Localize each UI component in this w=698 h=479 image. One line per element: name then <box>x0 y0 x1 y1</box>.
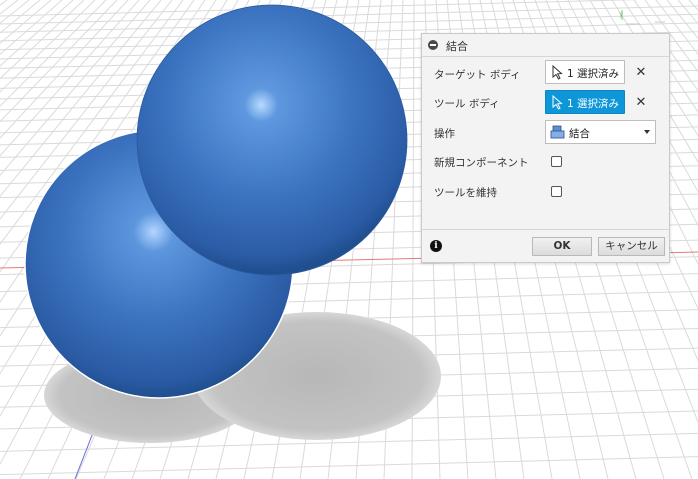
clear-selection-icon[interactable]: ✕ <box>635 96 647 109</box>
new-component-checkbox[interactable] <box>551 156 562 167</box>
tool-body-select-button[interactable]: 1 選択済み <box>545 90 625 114</box>
keep-tools-checkbox[interactable] <box>551 186 562 197</box>
new-component-label: 新規コンポーネント <box>434 157 529 169</box>
dialog-footer: i OK キャンセル <box>422 229 669 263</box>
dialog-header: 結合 <box>422 34 669 57</box>
target-body-label: ターゲット ボディ <box>434 69 521 81</box>
operation-dropdown[interactable]: 結合 <box>545 120 656 144</box>
cursor-arrow-icon <box>552 95 563 110</box>
keep-tools-label: ツールを維持 <box>434 187 497 199</box>
target-body-value: 1 選択済み <box>567 68 620 80</box>
dialog-title: 結合 <box>446 40 468 53</box>
operation-value: 結合 <box>569 128 590 140</box>
cursor-arrow-icon <box>552 65 563 80</box>
ok-button[interactable]: OK <box>532 237 592 256</box>
sphere-body-2[interactable] <box>136 4 408 276</box>
target-body-select-button[interactable]: 1 選択済み <box>545 60 625 84</box>
combine-dialog: 結合 ターゲット ボディ 1 選択済み ✕ ツール ボディ 1 選択済み ✕ 操… <box>421 33 670 263</box>
tool-body-value: 1 選択済み <box>567 98 620 110</box>
cancel-button[interactable]: キャンセル <box>598 237 665 256</box>
chevron-down-icon <box>644 130 650 134</box>
clear-selection-icon[interactable]: ✕ <box>635 66 647 79</box>
collapse-icon[interactable] <box>428 40 438 50</box>
tool-body-label: ツール ボディ <box>434 98 500 110</box>
svg-text:y: y <box>619 10 623 18</box>
info-icon[interactable]: i <box>430 240 442 252</box>
operation-label: 操作 <box>434 128 455 140</box>
join-operation-icon <box>550 125 565 139</box>
